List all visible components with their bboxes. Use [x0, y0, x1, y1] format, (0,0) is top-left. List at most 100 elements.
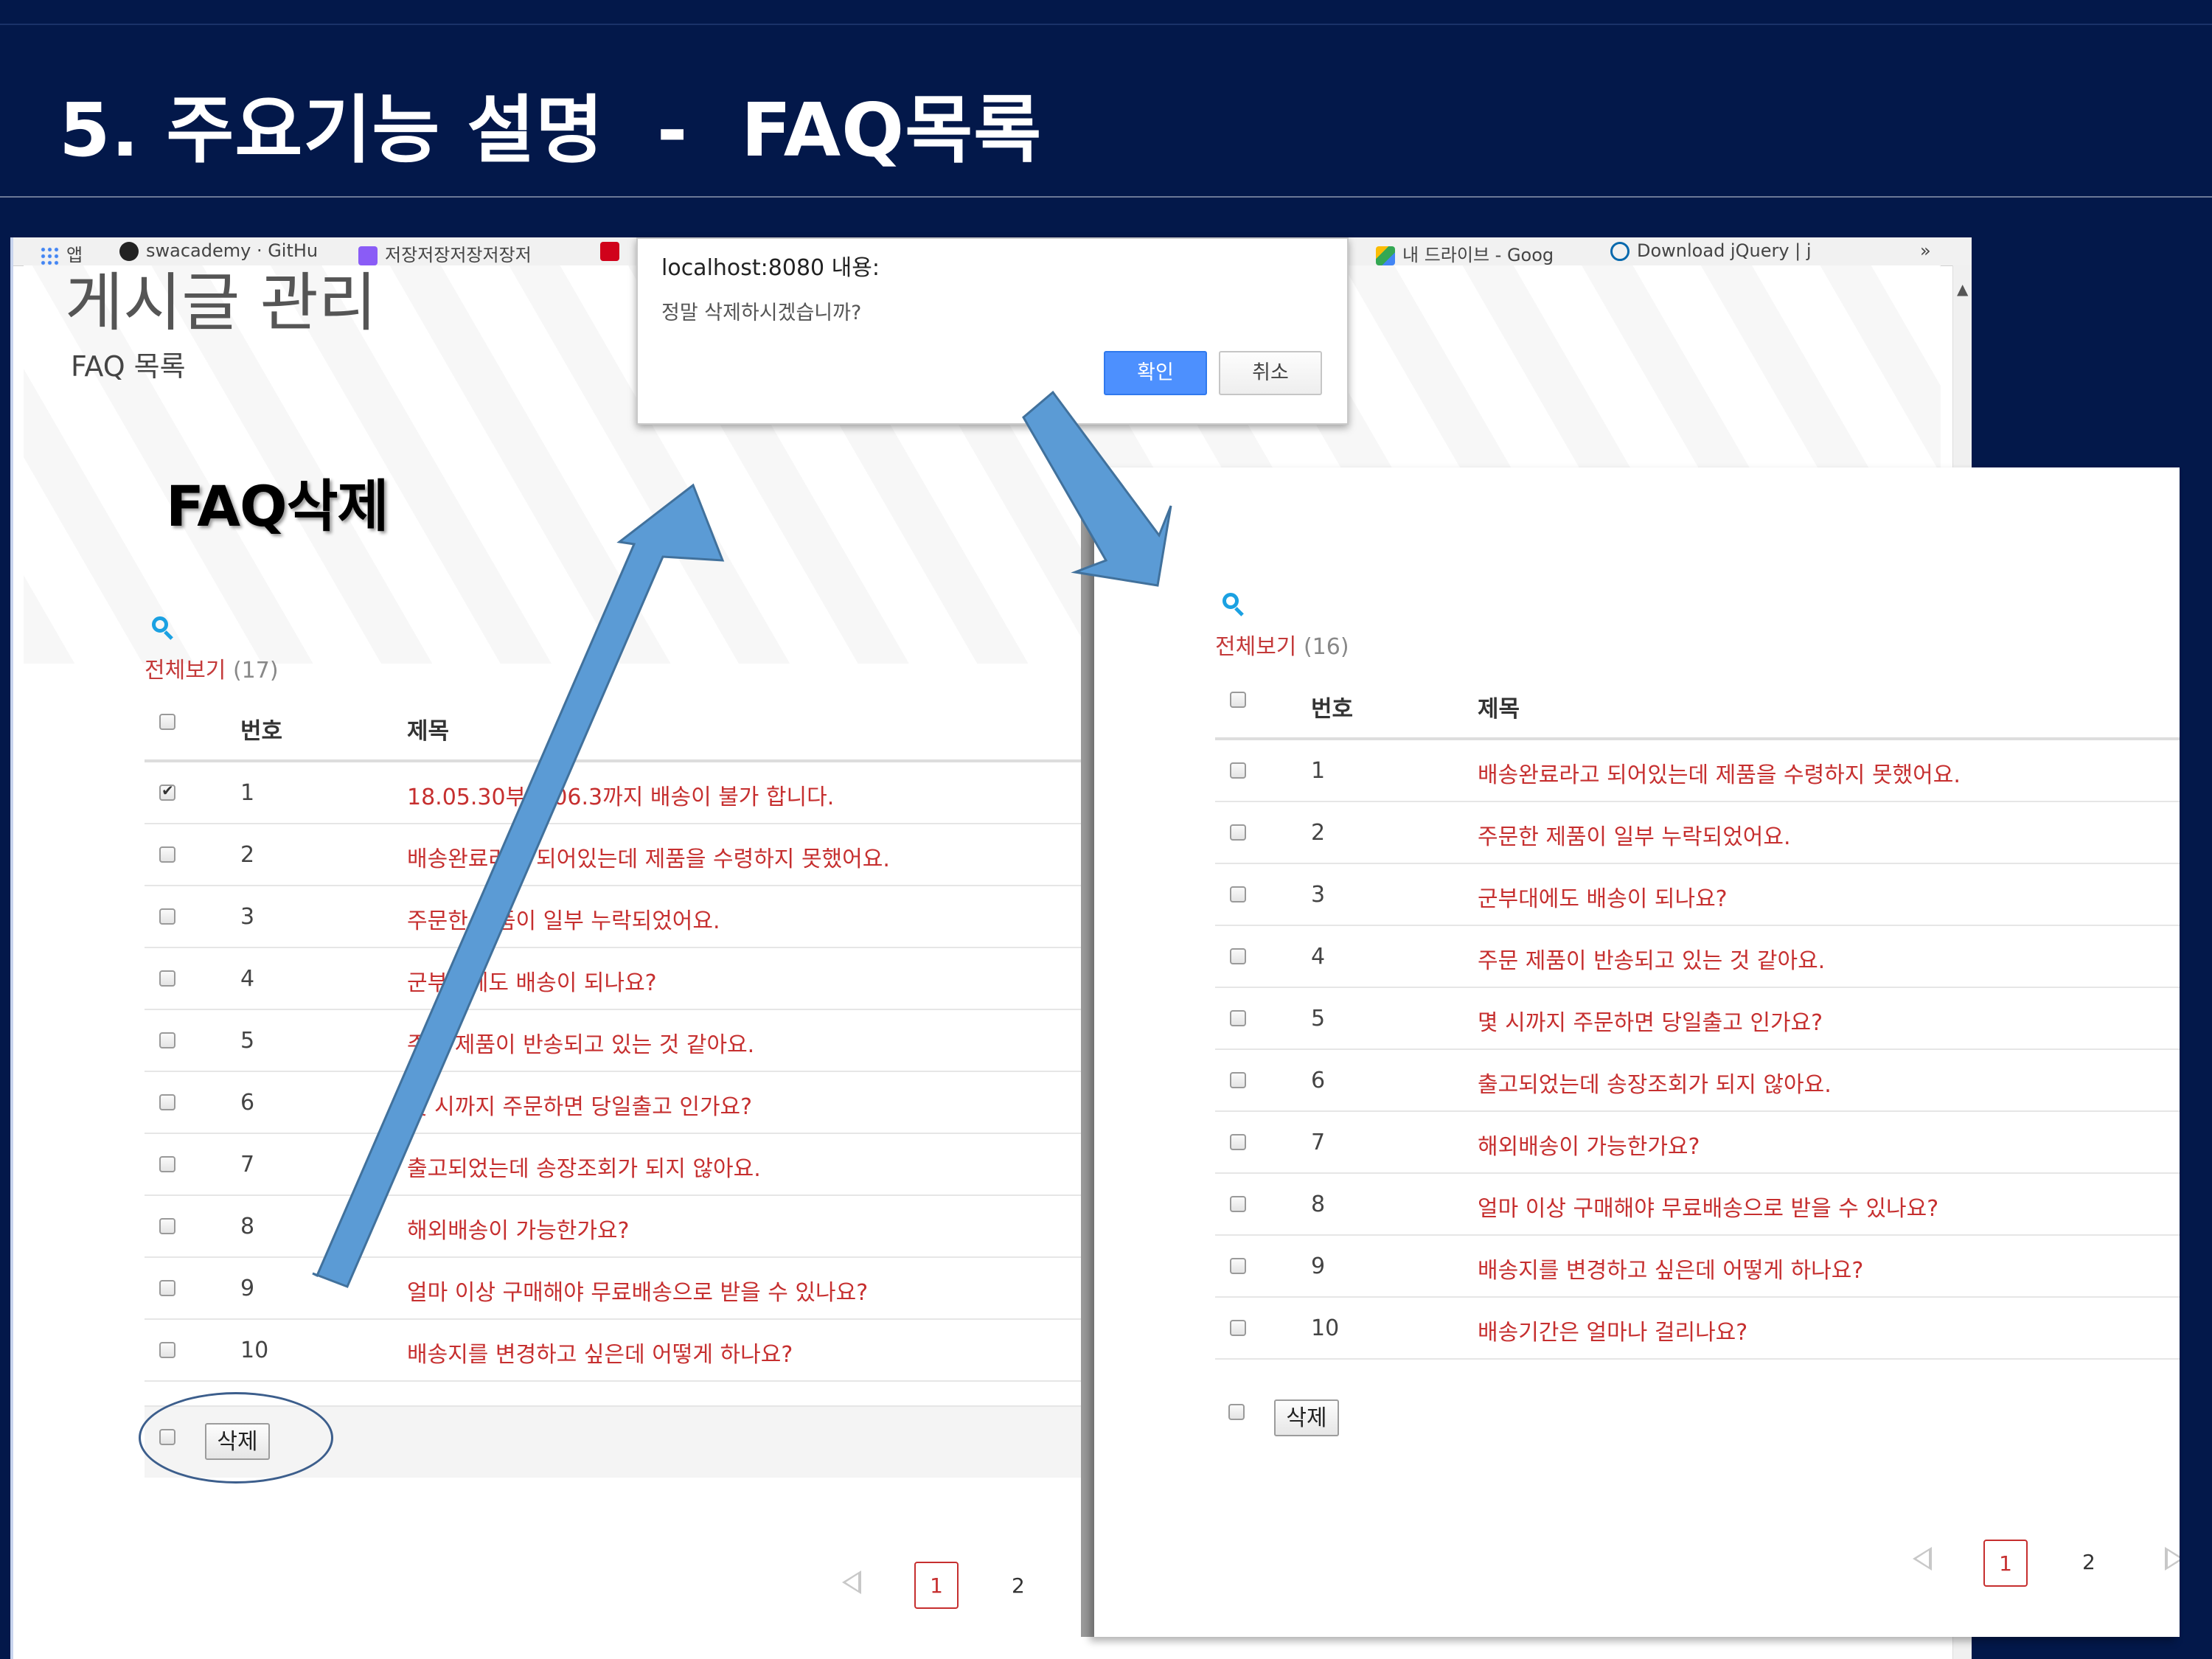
page-1-current-after[interactable]: 1: [1983, 1540, 2028, 1587]
row-number: 1: [240, 780, 255, 806]
search-icon[interactable]: [152, 616, 168, 633]
select-all-checkbox[interactable]: [159, 714, 175, 730]
table-row: 7 출고되었는데 송장조회가 되지 않아요.: [145, 1134, 1081, 1196]
column-header-title: 제목: [407, 718, 450, 745]
row-number: 10: [240, 1338, 269, 1363]
row-title-link[interactable]: 주문 제품이 반송되고 있는 것 같아요.: [1478, 942, 1825, 975]
prev-page-icon-after[interactable]: [1913, 1547, 1932, 1571]
view-all-link[interactable]: 전체보기 (17): [145, 652, 279, 684]
select-all-bottom-checkbox-after[interactable]: [1228, 1404, 1245, 1420]
row-checkbox[interactable]: [159, 846, 175, 863]
row-checkbox[interactable]: [1230, 1258, 1246, 1274]
table-header-row: 번호 제목: [145, 698, 1081, 762]
table-row: 9 배송지를 변경하고 싶은데 어떻게 하나요?: [1215, 1236, 2180, 1298]
table-row: 6 출고되었는데 송장조회가 되지 않아요.: [1215, 1050, 2180, 1112]
row-title-link[interactable]: 배송지를 변경하고 싶은데 어떻게 하나요?: [1478, 1252, 1863, 1284]
row-checkbox[interactable]: [159, 1094, 175, 1110]
confirm-dialog: localhost:8080 내용: 정말 삭제하시겠습니까? 확인 취소: [636, 237, 1349, 425]
jquery-icon: [1610, 242, 1630, 261]
row-checkbox[interactable]: [1230, 1010, 1246, 1026]
row-title-link[interactable]: 군부대에도 배송이 되나요?: [1478, 880, 1728, 913]
search-icon-after[interactable]: [1222, 593, 1239, 609]
page-2-link-after[interactable]: 2: [2082, 1550, 2096, 1574]
more-chevron-icon: »: [1920, 240, 1931, 261]
row-checkbox[interactable]: [1230, 886, 1246, 902]
row-title-link[interactable]: 18.05.30부터 06.3까지 배송이 불가 합니다.: [407, 779, 834, 811]
row-checkbox[interactable]: [1230, 1196, 1246, 1212]
row-number: 7: [1311, 1130, 1326, 1155]
row-title-link[interactable]: 군부대에도 배송이 되나요?: [407, 964, 657, 997]
page-2-link[interactable]: 2: [1012, 1573, 1025, 1598]
row-number: 5: [240, 1028, 255, 1054]
table-row: 8 해외배송이 가능한가요?: [145, 1196, 1081, 1258]
page-heading: 게시글 관리: [65, 266, 377, 340]
delete-button-highlight: [139, 1392, 333, 1484]
row-checkbox[interactable]: [1230, 1072, 1246, 1088]
row-checkbox[interactable]: [1230, 1320, 1246, 1336]
next-page-icon-after[interactable]: [2165, 1547, 2180, 1571]
row-checkbox[interactable]: [159, 1280, 175, 1296]
row-checkbox[interactable]: [159, 970, 175, 987]
row-checkbox[interactable]: [1230, 824, 1246, 841]
table-row: 2 배송완료라고 되어있는데 제품을 수령하지 못했어요.: [145, 824, 1081, 886]
row-title-link[interactable]: 배송지를 변경하고 싶은데 어떻게 하나요?: [407, 1336, 793, 1368]
row-checkbox[interactable]: [1230, 948, 1246, 964]
row-title-link[interactable]: 출고되었는데 송장조회가 되지 않아요.: [407, 1150, 761, 1183]
row-title-link[interactable]: 주문한 제품이 일부 누락되었어요.: [1478, 818, 1791, 851]
row-number: 5: [1311, 1006, 1326, 1032]
row-checkbox[interactable]: [159, 1032, 175, 1048]
bookmark-d[interactable]: 저장저장저장저장저: [358, 240, 532, 266]
bookmark-drive[interactable]: 내 드라이브 - Goog: [1376, 240, 1554, 266]
row-checkbox[interactable]: [159, 1342, 175, 1358]
row-checkbox[interactable]: [159, 1218, 175, 1234]
row-checkbox[interactable]: [159, 908, 175, 925]
table-row: 1 배송완료라고 되어있는데 제품을 수령하지 못했어요.: [1215, 740, 2180, 802]
header-divider-top: [0, 24, 2212, 25]
row-checkbox[interactable]: [1230, 762, 1246, 779]
row-title-link[interactable]: 얼마 이상 구매해야 무료배송으로 받을 수 있나요?: [1478, 1190, 1938, 1222]
row-title-link[interactable]: 주문 제품이 반송되고 있는 것 같아요.: [407, 1026, 754, 1059]
row-checkbox[interactable]: [159, 782, 175, 801]
header-divider-bottom: [0, 196, 2212, 198]
dialog-cancel-button[interactable]: 취소: [1219, 351, 1322, 395]
view-all-link-after[interactable]: 전체보기 (16): [1215, 628, 1349, 661]
row-number: 8: [240, 1214, 255, 1239]
faq-table-before: 번호 제목 1 18.05.30부터 06.3까지 배송이 불가 합니다. 2 배송완료라…: [145, 698, 1081, 1382]
row-title-link[interactable]: 주문한 제품이 일부 누락되었어요.: [407, 902, 720, 935]
page-1-current[interactable]: 1: [914, 1562, 959, 1609]
window-left-border: [10, 237, 13, 1659]
prev-page-icon[interactable]: [842, 1571, 861, 1594]
row-number: 4: [1311, 944, 1326, 970]
row-title-link[interactable]: 해외배송이 가능한가요?: [1478, 1128, 1700, 1161]
bookmark-jquery[interactable]: Download jQuery | j: [1610, 240, 1812, 261]
row-number: 9: [240, 1276, 255, 1301]
table-row: 6 몇 시까지 주문하면 당일출고 인가요?: [145, 1072, 1081, 1134]
row-title-link[interactable]: 몇 시까지 주문하면 당일출고 인가요?: [407, 1088, 752, 1121]
row-title-link[interactable]: 해외배송이 가능한가요?: [407, 1212, 629, 1245]
row-title-link[interactable]: 배송완료라고 되어있는데 제품을 수령하지 못했어요.: [407, 841, 890, 873]
row-checkbox[interactable]: [1230, 1134, 1246, 1150]
row-number: 8: [1311, 1192, 1326, 1217]
delete-button-after[interactable]: 삭제: [1274, 1399, 1339, 1436]
row-number: 2: [1311, 820, 1326, 846]
bookmarks-more-button[interactable]: »: [1920, 240, 1931, 261]
row-number: 2: [240, 842, 255, 868]
row-checkbox[interactable]: [159, 1156, 175, 1172]
bookmark-red[interactable]: [600, 240, 627, 261]
dialog-title: localhost:8080 내용:: [661, 255, 880, 281]
select-all-checkbox[interactable]: [1230, 692, 1246, 708]
row-title-link[interactable]: 출고되었는데 송장조회가 되지 않아요.: [1478, 1066, 1832, 1099]
table-row: 1 18.05.30부터 06.3까지 배송이 불가 합니다.: [145, 762, 1081, 824]
faq-table-after: 번호 제목 1 배송완료라고 되어있는데 제품을 수령하지 못했어요. 2 주문한 제품이…: [1215, 675, 2180, 1360]
scroll-up-icon[interactable]: ▲: [1957, 280, 1968, 298]
row-title-link[interactable]: 몇 시까지 주문하면 당일출고 인가요?: [1478, 1004, 1823, 1037]
table-row: 10 배송지를 변경하고 싶은데 어떻게 하나요?: [145, 1320, 1081, 1382]
dialog-ok-button[interactable]: 확인: [1104, 351, 1207, 395]
table-row: 2 주문한 제품이 일부 누락되었어요.: [1215, 802, 2180, 864]
row-title-link[interactable]: 얼마 이상 구매해야 무료배송으로 받을 수 있나요?: [407, 1274, 868, 1307]
google-drive-icon: [1376, 246, 1395, 265]
table-row: 3 주문한 제품이 일부 누락되었어요.: [145, 886, 1081, 948]
row-title-link[interactable]: 배송기간은 얼마나 걸리나요?: [1478, 1314, 1747, 1346]
bookmark-drive-label: 내 드라이브 - Goog: [1402, 245, 1554, 265]
row-title-link[interactable]: 배송완료라고 되어있는데 제품을 수령하지 못했어요.: [1478, 757, 1961, 789]
